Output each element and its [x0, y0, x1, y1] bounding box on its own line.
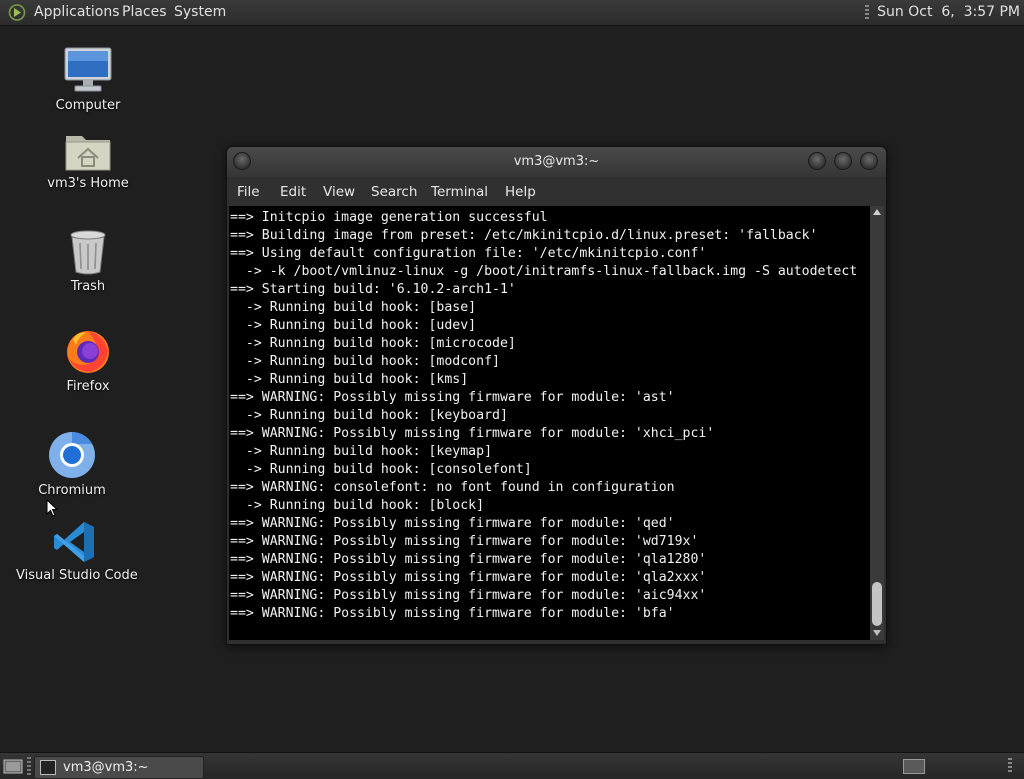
bottom-panel: vm3@vm3:~ [0, 752, 1024, 779]
desktop-icon-label: Trash [70, 279, 106, 294]
terminal-line: -> Running build hook: [base] [245, 300, 477, 315]
show-desktop-icon[interactable] [3, 758, 23, 774]
terminal-line: ==> WARNING: consolefont: no font found … [230, 480, 675, 495]
desktop-icon-firefox[interactable]: Firefox [48, 327, 128, 394]
terminal-line: ==> WARNING: Possibly missing firmware f… [230, 426, 715, 441]
terminal-scrollbar[interactable] [870, 206, 884, 640]
terminal-icon [40, 760, 56, 775]
chromium-icon [49, 432, 95, 478]
applications-menu[interactable]: Applications [34, 0, 120, 25]
window-title: vm3@vm3:~ [513, 154, 600, 169]
vscode-icon [54, 522, 94, 562]
terminal-line: -> Running build hook: [udev] [245, 318, 477, 333]
terminal-line: ==> WARNING: Possibly missing firmware f… [230, 534, 699, 549]
terminal-output[interactable]: ==> Initcpio image generation successful… [229, 206, 870, 640]
trash-icon [70, 230, 106, 275]
terminal-line: ==> Starting build: '6.10.2-arch1-1' [230, 282, 516, 297]
terminal-line: ==> WARNING: Possibly missing firmware f… [230, 552, 707, 567]
applications-logo-icon[interactable] [8, 4, 26, 21]
terminal-line: ==> WARNING: Possibly missing firmware f… [230, 588, 707, 603]
terminal-line: ==> WARNING: Possibly missing firmware f… [230, 516, 675, 531]
window-titlebar[interactable]: vm3@vm3:~ [227, 147, 886, 177]
places-menu[interactable]: Places [122, 0, 167, 25]
menu-help[interactable]: Help [505, 177, 536, 207]
desktop-icon-label: Computer [55, 98, 121, 113]
desktop-icon-home[interactable]: vm3's Home [44, 128, 132, 191]
firefox-icon [67, 331, 109, 373]
terminal-line: -> Running build hook: [keyboard] [245, 408, 508, 423]
taskbar-label: vm3@vm3:~ [63, 760, 149, 775]
mouse-cursor-icon [46, 499, 58, 517]
terminal-line: ==> Using default configuration file: '/… [230, 246, 707, 261]
home-folder-icon [65, 136, 111, 171]
panel-grip [865, 5, 870, 19]
desktop-icon-label: Chromium [38, 483, 106, 498]
desktop-icon-chromium[interactable]: Chromium [32, 431, 112, 498]
scroll-down-arrow-icon[interactable] [873, 630, 881, 636]
scroll-up-arrow-icon[interactable] [873, 209, 881, 215]
menu-terminal[interactable]: Terminal [431, 177, 488, 207]
desktop-icon-vscode[interactable]: Visual Studio Code [16, 520, 138, 583]
terminal-line: -> Running build hook: [keymap] [245, 444, 493, 459]
menu-edit[interactable]: Edit [280, 177, 306, 207]
terminal-line: ==> WARNING: Possibly missing firmware f… [230, 390, 675, 405]
desktop-icon-label: Visual Studio Code [16, 568, 138, 583]
menu-view[interactable]: View [323, 177, 355, 207]
terminal-line: ==> WARNING: Possibly missing firmware f… [230, 606, 675, 621]
clock-text: Sun Oct 6, 3:57 PM [877, 4, 1020, 20]
top-panel: Applications Places System Sun Oct 6, 3:… [0, 0, 1024, 26]
terminal-line: ==> Initcpio image generation successful [230, 210, 548, 225]
panel-grip [27, 757, 31, 775]
terminal-text: ==> Initcpio image generation successful… [229, 206, 870, 623]
terminal-line: -> Running build hook: [microcode] [245, 336, 516, 351]
terminal-line: ==> WARNING: Possibly missing firmware f… [230, 570, 707, 585]
maximize-button[interactable] [834, 152, 852, 170]
terminal-window[interactable]: vm3@vm3:~ File Edit View Search Terminal… [226, 146, 887, 645]
scrollbar-thumb[interactable] [872, 582, 882, 626]
desktop-icon-label: Firefox [66, 379, 110, 394]
terminal-menubar: File Edit View Search Terminal Help [227, 177, 886, 205]
terminal-line: -> Running build hook: [consolefont] [245, 462, 532, 477]
workspace-switcher[interactable] [903, 759, 925, 774]
taskbar-terminal-button[interactable]: vm3@vm3:~ [34, 756, 204, 779]
system-menu[interactable]: System [174, 0, 226, 25]
menu-search[interactable]: Search [371, 177, 417, 207]
clock[interactable]: Sun Oct 6, 3:57 PM [865, 0, 1020, 25]
panel-grip [1008, 758, 1012, 774]
desktop-icon-label: vm3's Home [47, 176, 129, 191]
terminal-line: -> -k /boot/vmlinuz-linux -g /boot/initr… [245, 264, 858, 279]
terminal-line: ==> Building image from preset: /etc/mki… [230, 228, 818, 243]
terminal-line: -> Running build hook: [kms] [245, 372, 469, 387]
computer-icon [64, 47, 112, 92]
menu-file[interactable]: File [237, 177, 260, 207]
close-button[interactable] [860, 152, 878, 170]
desktop-icon-computer[interactable]: Computer [48, 46, 128, 113]
terminal-line: -> Running build hook: [block] [245, 498, 485, 513]
terminal-line: -> Running build hook: [modconf] [245, 354, 500, 369]
minimize-button[interactable] [808, 152, 826, 170]
desktop-icon-trash[interactable]: Trash [48, 229, 128, 294]
